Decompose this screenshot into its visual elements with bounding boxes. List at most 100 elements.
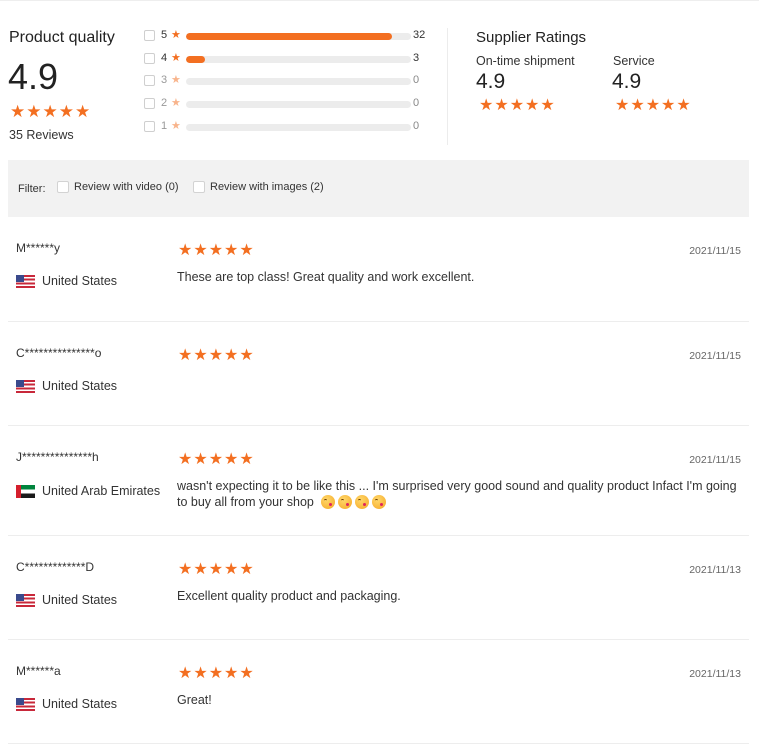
filter-images-option[interactable]: Review with images (2) [193,181,324,193]
service-label: Service [613,54,655,68]
rating-row-5[interactable]: 5 ★ 32 [144,28,434,44]
star-icon: ★ [178,451,193,468]
flag-us-icon [16,274,35,288]
review-text: These are top class! Great quality and w… [177,270,475,284]
flag-us-icon [16,697,35,711]
reviewer-country: United Arab Emirates [16,484,160,498]
service-stars: ★ ★ ★ ★ ★ [615,98,691,114]
filter-bar: Filter: Review with video (0) Review wit… [8,160,749,217]
star-icon: ★ [171,29,181,41]
product-quality-score: 4.9 [8,56,59,97]
star-icon: ★ [208,347,224,364]
rating-bar-fill [186,56,206,63]
reviewer-name: M******a [16,664,61,678]
filter-video-option[interactable]: Review with video (0) [57,181,179,193]
rating-filter-checkbox[interactable] [144,75,155,86]
star-icon: ★ [193,242,208,259]
rating-bar-track [186,101,411,108]
product-quality-title: Product quality [9,29,115,46]
reviewer-name: J***************h [16,450,99,464]
rating-filter-checkbox[interactable] [144,98,155,109]
rating-filter-checkbox[interactable] [144,30,155,41]
star-icon: ★ [239,347,254,364]
review-stars: ★ ★ ★ ★ ★ [178,562,254,578]
filter-video-checkbox[interactable] [57,181,69,193]
star-icon: ★ [178,347,193,364]
review-text: Excellent quality product and packaging. [177,589,401,603]
supplier-ratings-title: Supplier Ratings [476,29,587,46]
rating-row-count: 3 [413,52,420,64]
star-icon: ★ [239,561,254,578]
rating-row-2[interactable]: 2 ★ 0 [144,96,434,112]
star-icon: ★ [676,97,691,114]
star-icon: ★ [615,97,630,114]
reviewer-country: United States [16,379,117,393]
review-item: M******y United States ★ ★ ★ ★ ★ 2021/11… [8,217,749,322]
star-icon: ★ [26,102,42,121]
star-icon: ★ [75,102,91,121]
on-time-shipment-score: 4.9 [476,70,506,93]
country-name: United States [42,593,118,607]
review-date: 2021/11/15 [689,350,741,362]
rating-row-count: 0 [413,74,420,86]
flag-us-icon [16,593,35,607]
rating-bar-track [186,56,411,63]
star-icon: ★ [208,665,224,682]
star-icon: ★ [239,242,254,259]
star-icon: ★ [171,97,181,109]
flag-us-icon [16,379,35,393]
rating-row-stars: 3 [161,74,168,86]
kissing-face-emoji-icon [321,495,336,509]
review-item: C***************o United States ★ ★ ★ ★ … [8,322,749,426]
star-icon: ★ [42,102,58,121]
filter-video-label[interactable]: Review with video (0) [74,181,179,193]
kissing-face-emoji-icon [338,495,353,509]
star-icon: ★ [208,451,224,468]
star-icon: ★ [224,451,239,468]
review-date: 2021/11/13 [689,668,741,680]
country-name: United States [42,274,118,288]
star-icon: ★ [525,97,540,114]
star-icon: ★ [645,97,661,114]
reviewer-country: United States [16,593,117,607]
review-text: Great! [177,693,212,707]
review-date: 2021/11/15 [689,245,741,257]
star-icon: ★ [224,665,239,682]
star-icon: ★ [10,102,26,121]
rating-bar-fill [186,33,392,40]
star-icon: ★ [208,242,224,259]
review-text-block: wasn't expecting it to be like this ... … [177,478,745,510]
review-emojis [321,495,387,509]
rating-bar-track [186,124,411,131]
star-icon: ★ [239,451,254,468]
filter-images-label[interactable]: Review with images (2) [210,181,324,193]
rating-filter-checkbox[interactable] [144,121,155,132]
top-divider [0,0,759,1]
star-icon: ★ [171,120,181,132]
rating-filter-checkbox[interactable] [144,53,155,64]
star-icon: ★ [224,561,239,578]
star-icon: ★ [479,97,494,114]
rating-row-3[interactable]: 3 ★ 0 [144,73,434,89]
reviewer-name: C***************o [16,346,102,360]
star-icon: ★ [540,97,555,114]
reviewer-country: United States [16,274,117,288]
rating-row-stars: 2 [161,97,168,109]
star-icon: ★ [193,451,208,468]
review-text: wasn't expecting it to be like this ... … [177,479,737,509]
filter-images-checkbox[interactable] [193,181,205,193]
rating-row-1[interactable]: 1 ★ 0 [144,119,434,135]
rating-row-4[interactable]: 4 ★ 3 [144,51,434,67]
rating-bar-track [186,33,411,40]
star-icon: ★ [193,561,208,578]
star-icon: ★ [224,347,239,364]
star-icon: ★ [661,97,676,114]
star-icon: ★ [178,242,193,259]
review-item: C*************D United States ★ ★ ★ ★ ★ … [8,536,749,640]
reviewer-country: United States [16,697,117,711]
service-score: 4.9 [612,70,642,93]
flag-ae-icon [16,484,35,498]
rating-bar-track [186,78,411,85]
rating-row-stars: 4 [161,52,168,64]
on-time-shipment-label: On-time shipment [476,54,575,68]
